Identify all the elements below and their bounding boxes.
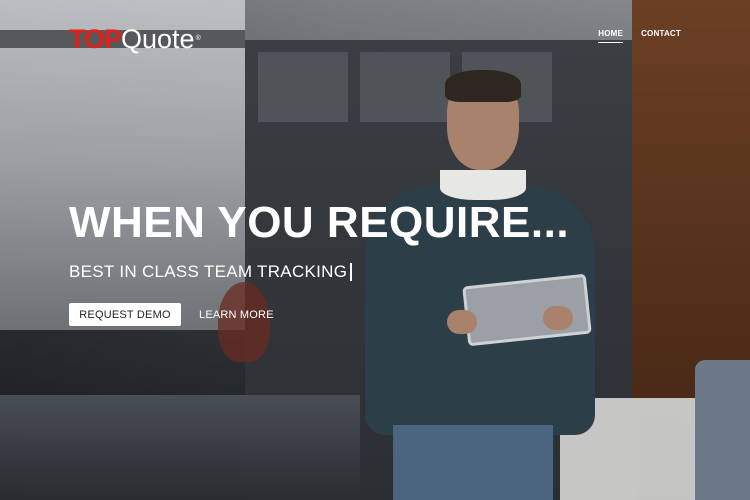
person-jeans bbox=[393, 425, 553, 500]
person-hair bbox=[445, 70, 521, 102]
nav-contact-link[interactable]: CONTACT bbox=[641, 29, 681, 43]
hero-background bbox=[0, 0, 750, 500]
main-navigation: HOME CONTACT bbox=[598, 29, 681, 43]
nav-home-link[interactable]: HOME bbox=[598, 29, 624, 43]
background-desk bbox=[0, 395, 360, 500]
logo-registered-mark: ® bbox=[195, 35, 201, 42]
logo-top-text: TOP bbox=[69, 24, 122, 54]
person-hand bbox=[447, 310, 477, 334]
background-wood-wall bbox=[632, 0, 750, 400]
background-chair bbox=[695, 360, 750, 500]
hero-subheadline: BEST IN CLASS TEAM TRACKING bbox=[69, 262, 353, 282]
learn-more-button[interactable]: LEARN MORE bbox=[199, 303, 274, 326]
person-hand bbox=[543, 306, 573, 330]
background-panel bbox=[258, 52, 348, 122]
hero-subheadline-text: BEST IN CLASS TEAM TRACKING bbox=[69, 262, 348, 281]
hero-person-image bbox=[355, 70, 605, 500]
typing-cursor bbox=[350, 263, 353, 281]
request-demo-button[interactable]: REQUEST DEMO bbox=[69, 303, 181, 326]
logo-quote-text: Quote bbox=[121, 24, 195, 54]
hero-headline: WHEN YOU REQUIRE... bbox=[69, 198, 570, 247]
brand-logo[interactable]: TOPQuote® bbox=[69, 22, 201, 56]
person-collar bbox=[440, 170, 526, 200]
